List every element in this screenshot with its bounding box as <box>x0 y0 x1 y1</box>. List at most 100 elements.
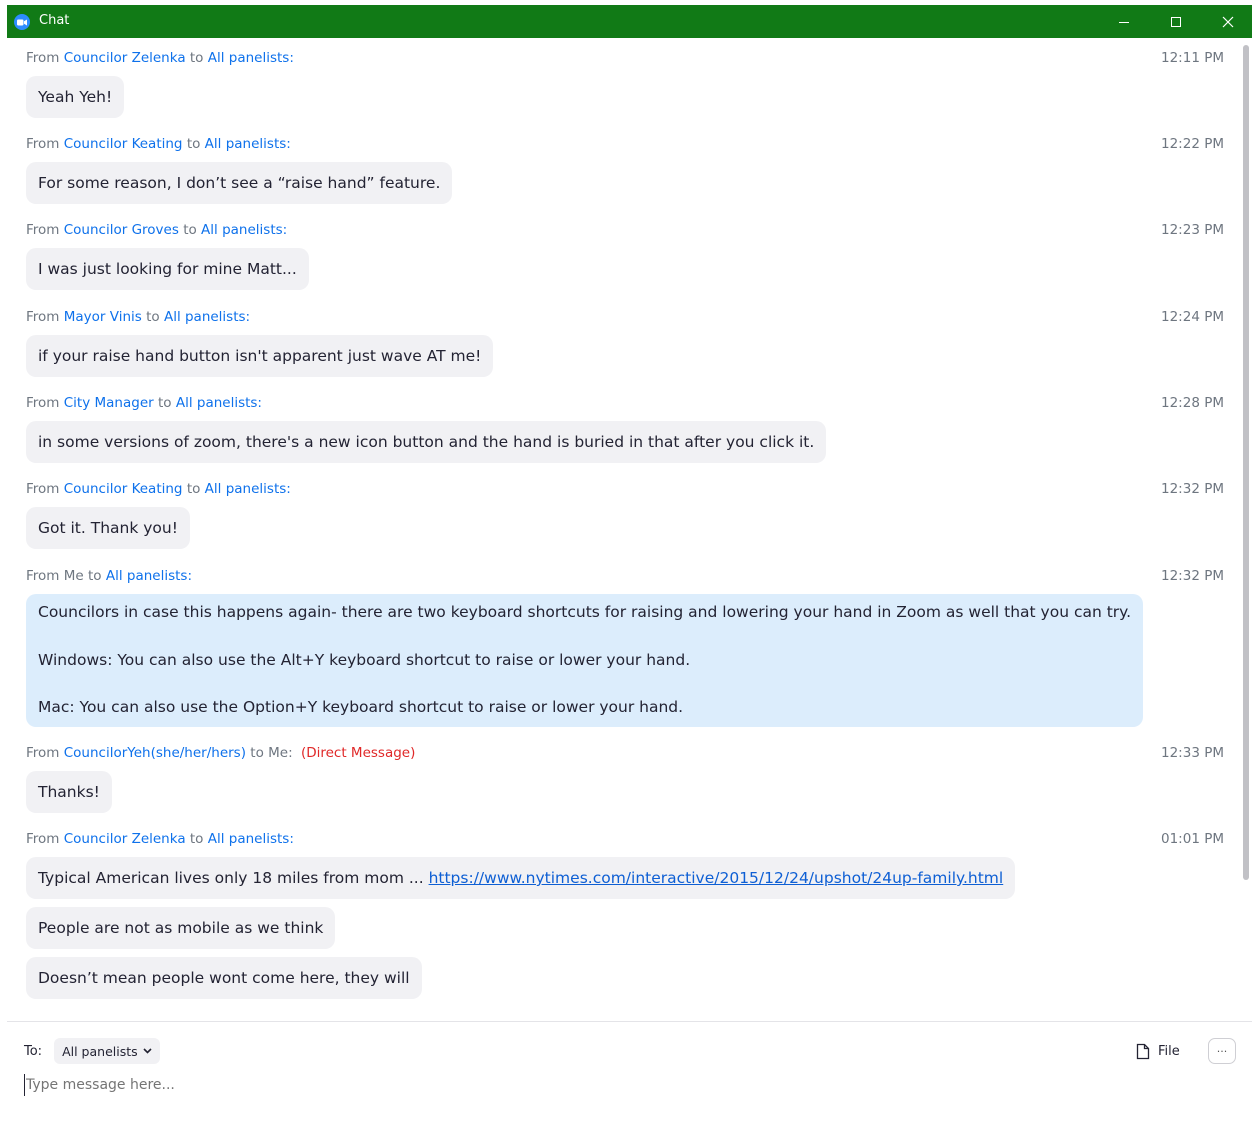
to-label: to <box>189 831 204 847</box>
message-header: From Mayor Vinis to All panelists: 12:24… <box>26 308 1236 326</box>
timestamp: 12:32 PM <box>1161 568 1224 584</box>
chat-window: Chat From Councilor Zelenka to All panel… <box>7 5 1252 1126</box>
message-header: From Councilor Groves to All panelists: … <box>26 221 1236 239</box>
minimize-icon <box>1119 21 1129 23</box>
timestamp: 12:32 PM <box>1161 481 1224 497</box>
to-label: to <box>157 395 172 411</box>
message: From Mayor Vinis to All panelists: 12:24… <box>26 308 1236 377</box>
minimize-button[interactable] <box>1098 5 1150 38</box>
file-icon <box>1136 1043 1150 1059</box>
message-bubble[interactable]: I was just looking for mine Matt... <box>26 248 309 290</box>
timestamp: 12:23 PM <box>1161 222 1224 238</box>
maximize-icon <box>1171 16 1181 27</box>
to-label: to <box>189 50 204 66</box>
message-bubble[interactable]: Doesn’t mean people wont come here, they… <box>26 957 422 999</box>
sender-name[interactable]: City Manager <box>64 395 154 411</box>
recipient-name[interactable]: All panelists: <box>205 136 291 152</box>
recipient-value: All panelists <box>62 1043 138 1059</box>
to-label: to <box>186 136 201 152</box>
message-line: Windows: You can also use the Alt+Y keyb… <box>38 651 691 669</box>
title-bar: Chat <box>7 5 1252 38</box>
timestamp: 12:11 PM <box>1161 50 1224 66</box>
message-input[interactable] <box>24 1074 1224 1096</box>
message-header: From Councilor Keating to All panelists:… <box>26 480 1236 498</box>
message-text: Typical American lives only 18 miles fro… <box>38 869 429 887</box>
timestamp: 12:28 PM <box>1161 395 1224 411</box>
to-label: to <box>250 745 264 761</box>
file-button[interactable]: File <box>1136 1040 1180 1062</box>
timestamp: 12:33 PM <box>1161 745 1224 761</box>
from-label: From <box>26 309 60 325</box>
sender-name[interactable]: Councilor Groves <box>64 222 179 238</box>
message: From Councilor Groves to All panelists: … <box>26 221 1236 290</box>
message-bubble[interactable]: Typical American lives only 18 miles fro… <box>26 857 1016 899</box>
from-label: From <box>26 50 60 66</box>
message: From Councilor Zelenka to All panelists:… <box>26 49 1236 118</box>
recipient-name[interactable]: All panelists: <box>208 831 294 847</box>
message-header: From Councilor Zelenka to All panelists:… <box>26 830 1236 848</box>
close-button[interactable] <box>1202 5 1252 38</box>
from-label: From <box>26 222 60 238</box>
message-header: From Councilor Keating to All panelists:… <box>26 135 1236 153</box>
message-header: From City Manager to All panelists: 12:2… <box>26 394 1236 412</box>
from-label: From <box>26 481 60 497</box>
message: From Councilor Zelenka to All panelists:… <box>26 830 1236 999</box>
more-options-button[interactable]: ··· <box>1208 1038 1236 1064</box>
sender-name[interactable]: CouncilorYeh(she/her/hers) <box>64 745 246 761</box>
to-label: to <box>88 568 102 584</box>
message-bubble[interactable]: For some reason, I don’t see a “raise ha… <box>26 162 453 204</box>
recipient-dropdown[interactable]: All panelists <box>54 1038 160 1064</box>
recipient-name[interactable]: All panelists: <box>176 395 262 411</box>
message: From Councilor Keating to All panelists:… <box>26 135 1236 204</box>
more-options-icon: ··· <box>1216 1044 1228 1058</box>
direct-message-badge: (Direct Message) <box>300 745 416 761</box>
recipient-name: Me: <box>268 745 293 761</box>
from-label: From <box>26 831 60 847</box>
message-bubble[interactable]: in some versions of zoom, there's a new … <box>26 421 827 463</box>
to-label: to <box>183 222 197 238</box>
to-label: to <box>146 309 160 325</box>
chevron-down-icon <box>143 1048 152 1054</box>
message-header: From CouncilorYeh(she/her/hers) to Me: (… <box>26 744 1236 762</box>
message-link[interactable]: https://www.nytimes.com/interactive/2015… <box>429 869 1004 887</box>
from-label: From <box>26 568 60 584</box>
from-label: From <box>26 745 60 761</box>
compose-toolbar: To: All panelists File ··· <box>24 1038 1239 1064</box>
message-bubble[interactable]: People are not as mobile as we think <box>26 907 336 949</box>
window-title: Chat <box>39 13 70 28</box>
recipient-name[interactable]: All panelists: <box>205 481 291 497</box>
zoom-camera-icon <box>14 14 30 30</box>
message-bubble[interactable]: Thanks! <box>26 771 112 813</box>
message-list[interactable]: From Councilor Zelenka to All panelists:… <box>7 38 1252 1018</box>
divider <box>7 1021 1252 1022</box>
sender-name: Me <box>63 568 84 584</box>
message-header: From Me to All panelists: 12:32 PM <box>26 567 1236 585</box>
message-line: Councilors in case this happens again- t… <box>38 603 1132 621</box>
from-label: From <box>26 136 60 152</box>
recipient-name[interactable]: All panelists: <box>164 309 250 325</box>
recipient-name[interactable]: All panelists: <box>201 222 287 238</box>
recipient-name[interactable]: All panelists: <box>106 568 192 584</box>
message-header: From Councilor Zelenka to All panelists:… <box>26 49 1236 67</box>
to-label: To: <box>24 1043 43 1059</box>
message-bubble[interactable]: Yeah Yeh! <box>26 76 125 118</box>
sender-name[interactable]: Councilor Keating <box>64 136 183 152</box>
sender-name[interactable]: Councilor Zelenka <box>64 50 186 66</box>
from-label: From <box>26 395 60 411</box>
message: From CouncilorYeh(she/her/hers) to Me: (… <box>26 744 1236 813</box>
message-from-me: From Me to All panelists: 12:32 PM Counc… <box>26 567 1236 727</box>
close-icon <box>1222 16 1234 27</box>
message-bubble[interactable]: Councilors in case this happens again- t… <box>26 594 1144 727</box>
scrollbar[interactable] <box>1240 45 1250 1020</box>
timestamp: 12:24 PM <box>1161 309 1224 325</box>
scrollbar-thumb[interactable] <box>1243 45 1249 880</box>
message-bubble[interactable]: Got it. Thank you! <box>26 507 190 549</box>
recipient-name[interactable]: All panelists: <box>208 50 294 66</box>
sender-name[interactable]: Mayor Vinis <box>64 309 142 325</box>
file-label: File <box>1158 1043 1180 1059</box>
message: From Councilor Keating to All panelists:… <box>26 480 1236 549</box>
message-bubble[interactable]: if your raise hand button isn't apparent… <box>26 335 494 377</box>
sender-name[interactable]: Councilor Keating <box>64 481 183 497</box>
sender-name[interactable]: Councilor Zelenka <box>64 831 186 847</box>
maximize-button[interactable] <box>1150 5 1202 38</box>
